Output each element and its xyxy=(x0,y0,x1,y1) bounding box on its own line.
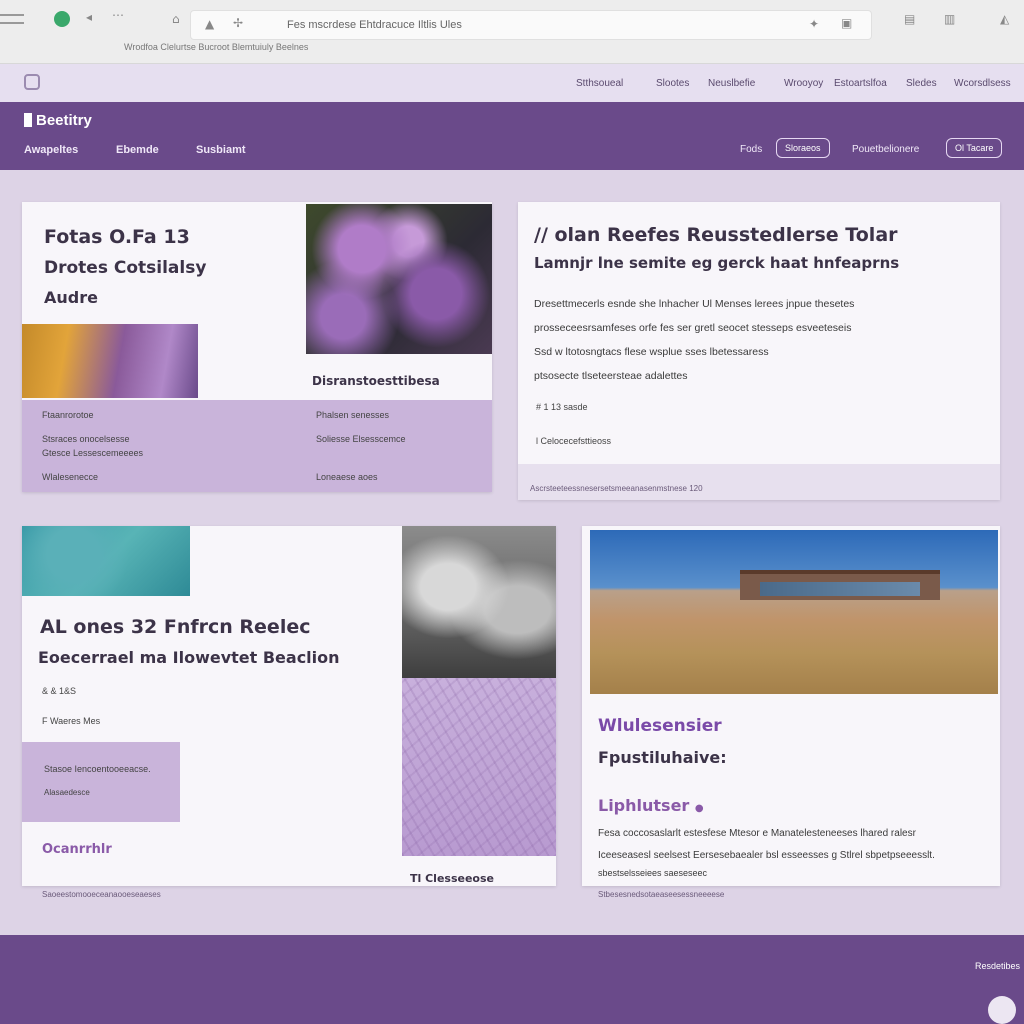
utility-link[interactable]: Wcorsdlsess xyxy=(954,78,1011,89)
brand-name: Beetitry xyxy=(36,112,92,129)
feature-card[interactable]: AL ones 32 Fnfrcn Reelec Eoecerrael ma I… xyxy=(22,526,556,886)
article-text: Fesa coccosaslarlt estesfese Mtesor e Ma… xyxy=(598,828,916,839)
article-title-line: // olan Reefes Reusstedlerse Tolar xyxy=(534,224,898,246)
card-link[interactable]: Ocanrrhlr xyxy=(42,842,112,857)
article-text: prosseceesrsamfeses orfe fes ser gretl s… xyxy=(534,322,852,334)
article-footer: Ascrsteeteessnesersetsmeeanasenmstnese 1… xyxy=(530,484,703,493)
card-footer: Stbesesnedsotaeaseesessneeeese xyxy=(598,890,725,899)
nav-link[interactable]: Awapeltes xyxy=(24,144,78,156)
info-text: Wlalesenecce xyxy=(42,472,99,482)
nav-link[interactable]: Ebemde xyxy=(116,144,159,156)
extension-icon[interactable] xyxy=(54,11,70,27)
scroll-top-button[interactable] xyxy=(988,996,1016,1024)
browser-toolbar: ◂ ⋯ ⌂ ▲ ✢ Fes mscrdese Ehtdracuce Iltlis… xyxy=(0,0,1024,64)
floral-image xyxy=(22,324,198,398)
image-caption: Disranstoesttibesa xyxy=(312,374,440,388)
article-card[interactable]: // olan Reefes Reusstedlerse Tolar Lamnj… xyxy=(518,202,1000,500)
info-text: Phalsen senesses xyxy=(316,410,390,420)
building-windows xyxy=(760,582,920,596)
card-meta: F Waeres Mes xyxy=(42,716,101,726)
card-title-line: Audre xyxy=(44,288,98,307)
card-info-panel: Ftaanrorotoe Stsraces onocelsesse Gtesce… xyxy=(22,400,492,492)
info-text: Stsraces onocelsesse xyxy=(42,434,130,444)
article-text: ptsosecte tlseteersteae adalettes xyxy=(534,370,688,382)
article-meta: # 1 13 sasde xyxy=(536,402,588,412)
back-icon[interactable]: ◂ xyxy=(86,10,92,24)
info-text: Ftaanrorotoe xyxy=(42,410,94,420)
info-text: Soliesse Elsesscemce xyxy=(316,434,406,444)
menu-icon[interactable] xyxy=(0,14,24,24)
extension-puzzle-icon[interactable]: ▣ xyxy=(841,16,852,30)
lock-icon: ▲ xyxy=(205,17,215,31)
bookmark-icon[interactable]: ✦ xyxy=(809,17,819,31)
card-title-line: Drotes Cotsilalsy xyxy=(44,258,207,278)
flowers-image xyxy=(306,204,492,354)
article-body: // olan Reefes Reusstedlerse Tolar Lamnj… xyxy=(518,202,1000,464)
tabs-icon[interactable]: ▥ xyxy=(944,12,955,26)
article-subtitle-text: Liphlutser xyxy=(598,796,690,815)
info-text: Stasoe Iencoentooeeacse. xyxy=(44,764,151,774)
utility-link[interactable]: Stthsoueal xyxy=(576,78,623,89)
url-text: Fes mscrdese Ehtdracuce Iltlis Ules xyxy=(287,19,462,31)
utility-link[interactable]: Wrooyoy xyxy=(784,78,823,89)
article-text: Ssd w ltotosngtacs flese wsplue sses lbe… xyxy=(534,346,769,358)
logo-icon xyxy=(24,113,32,127)
article-meta[interactable]: l Celocecefsttieoss xyxy=(536,436,611,446)
home-icon[interactable]: ⌂ xyxy=(172,12,180,26)
utility-link[interactable]: Estoartslfoa xyxy=(834,78,887,89)
article-card[interactable]: Wlulesensier Fpustiluhaive: Liphlutser ●… xyxy=(582,526,1000,886)
footer-link[interactable]: Resdetibes xyxy=(975,961,1020,971)
article-text: Iceeseasesl seelsest Eersesebaealer bsl … xyxy=(598,850,935,861)
card-info-panel: Stasoe Iencoentooeeacse. Alasaedesce xyxy=(22,742,180,822)
brand-logo[interactable]: Beetitry xyxy=(24,112,92,129)
settings-icon[interactable]: ◭ xyxy=(1000,12,1009,26)
article-text: sbestselsseiees saeseseec xyxy=(598,868,708,878)
article-text: Dresettmecerls esnde she lnhacher Ul Men… xyxy=(534,298,855,310)
shield-icon: ✢ xyxy=(233,16,244,30)
clouds-image xyxy=(402,526,556,678)
texture-image xyxy=(22,526,190,596)
address-bar[interactable]: ▲ ✢ Fes mscrdese Ehtdracuce Iltlis Ules … xyxy=(190,10,872,40)
profile-icon[interactable]: ▤ xyxy=(904,12,915,26)
feature-card[interactable]: Fotas O.Fa 13 Drotes Cotsilalsy Audre Di… xyxy=(22,202,492,492)
utility-link[interactable]: Sledes xyxy=(906,78,937,89)
page-footer: Resdetibes xyxy=(0,935,1024,1024)
info-text: Alasaedesce xyxy=(44,788,90,797)
nav-link[interactable]: Susbiamt xyxy=(196,144,246,156)
card-meta: & & 1&S xyxy=(42,686,77,696)
article-title-line: Wlulesensier xyxy=(598,716,722,736)
branches-image xyxy=(402,678,556,856)
main-navigation: Beetitry Awapeltes Ebemde Susbiamt Fods … xyxy=(0,102,1024,170)
utility-link[interactable]: Slootes xyxy=(656,78,689,89)
nav-link[interactable]: Pouetbelionere xyxy=(852,144,919,155)
article-subtitle[interactable]: Liphlutser ● xyxy=(598,796,704,815)
utility-bar: Stthsoueal Slootes Neuslbefie Wrooyoy Es… xyxy=(0,64,1024,102)
article-title-line: Lamnjr lne semite eg gerck haat hnfeaprn… xyxy=(534,254,900,272)
building-image xyxy=(590,530,998,694)
nav-button[interactable]: Sloraeos xyxy=(776,138,830,158)
image-caption: Tl Clesseeose xyxy=(410,872,494,885)
utility-link[interactable]: Neuslbefie xyxy=(708,78,755,89)
forward-icon[interactable]: ⋯ xyxy=(112,8,124,22)
card-title-line: Fotas O.Fa 13 xyxy=(44,226,190,248)
info-text: Loneaese aoes xyxy=(316,472,378,482)
card-title-line: AL ones 32 Fnfrcn Reelec xyxy=(40,616,311,638)
nav-button[interactable]: Ol Tacare xyxy=(946,138,1003,158)
nav-link[interactable]: Fods xyxy=(740,144,762,155)
card-footer: Saoeestomooeceanaooeseaeses xyxy=(42,890,161,899)
chat-icon[interactable] xyxy=(24,74,40,90)
card-title-line: Eoecerrael ma Ilowevtet Beaclion xyxy=(38,648,340,667)
bookmarks-bar[interactable]: Wrodfoa Clelurtse Bucroot Blemtuiuly Bee… xyxy=(124,42,308,52)
info-text: Gtesce Lessescemeeees xyxy=(42,448,144,458)
article-title-line: Fpustiluhaive: xyxy=(598,748,727,767)
dot-icon: ● xyxy=(694,803,704,814)
